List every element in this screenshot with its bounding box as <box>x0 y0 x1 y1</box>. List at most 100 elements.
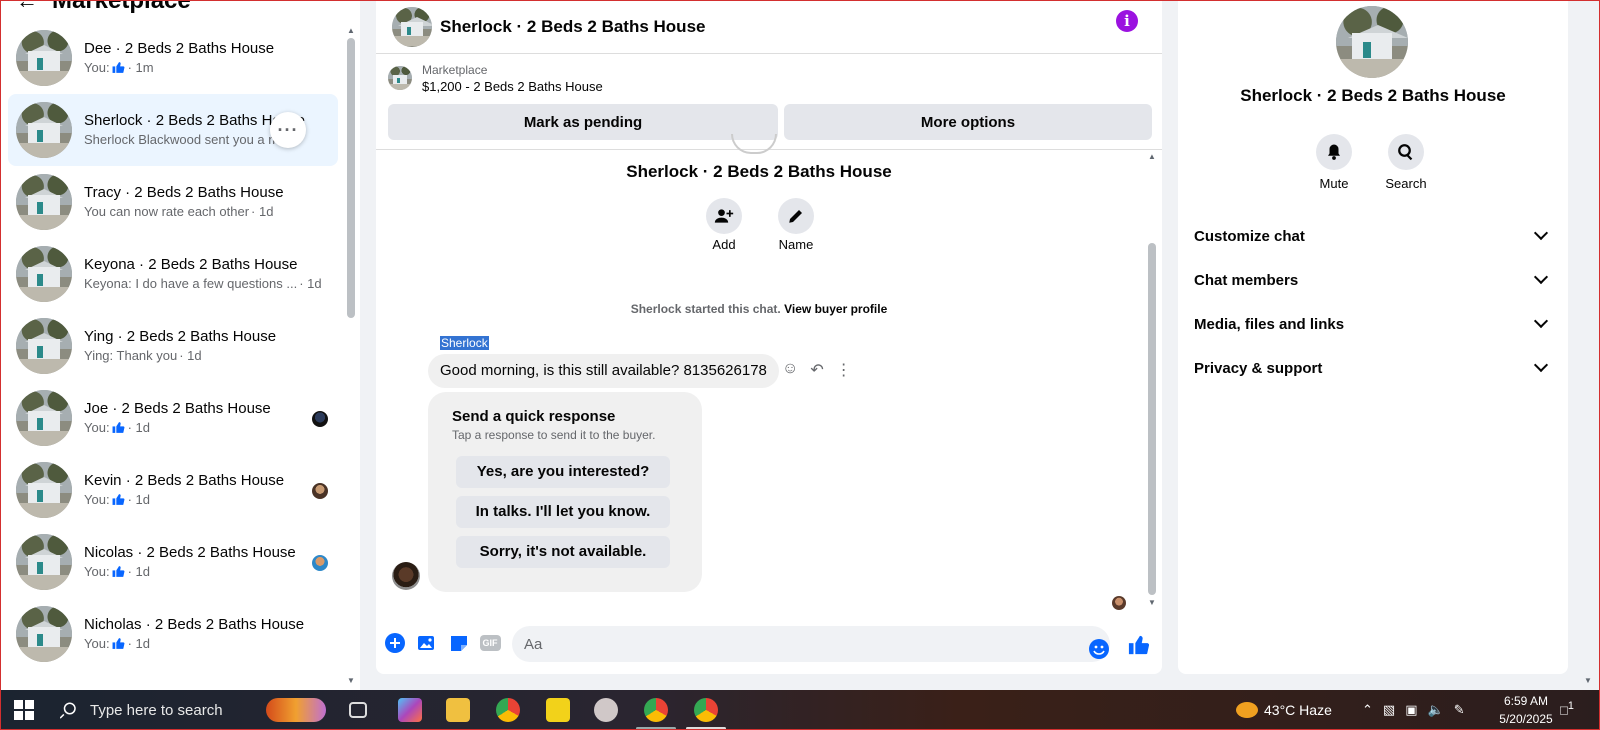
network-icon[interactable]: ▧ <box>1383 702 1395 718</box>
info-icon[interactable]: i <box>1116 10 1138 32</box>
emoji-icon[interactable] <box>1088 638 1110 660</box>
chrome-profile-2-icon[interactable] <box>694 698 718 722</box>
conversation-avatar <box>16 606 72 662</box>
listing-thumbnail <box>388 66 412 90</box>
like-thumb-icon <box>112 565 126 579</box>
meet-icon[interactable]: ▣ <box>1405 702 1417 718</box>
conversation-sidebar: ← Marketplace Dee · 2 Beds 2 Baths House… <box>0 0 360 690</box>
conversation-item[interactable]: Sherlock · 2 Beds 2 Baths House Sherlock … <box>8 94 338 166</box>
conversation-time: · 1d <box>179 348 202 363</box>
paint-icon[interactable] <box>594 698 618 722</box>
conversation-time: · 1d <box>127 564 150 579</box>
conversation-item[interactable]: Kevin · 2 Beds 2 Baths House You: · 1d <box>8 454 338 526</box>
message-input[interactable] <box>512 626 1110 662</box>
quick-response-in-talks[interactable]: In talks. I'll let you know. <box>456 496 670 528</box>
chrome-profile-icon[interactable] <box>644 698 668 722</box>
weather-widget[interactable]: 43°C Haze <box>1236 690 1332 730</box>
conversation-item[interactable]: Ying · 2 Beds 2 Baths House Ying: Thank y… <box>8 310 338 382</box>
conversation-preview: You can now rate each other · 1d <box>84 203 338 221</box>
sticky-notes-icon[interactable] <box>546 698 570 722</box>
photo-icon[interactable] <box>416 632 438 654</box>
view-buyer-profile-link[interactable]: View buyer profile <box>784 302 887 316</box>
plus-icon[interactable] <box>384 632 406 654</box>
conversation-preview-text: You: <box>84 492 110 507</box>
conversation-item[interactable]: Joe · 2 Beds 2 Baths House You: · 1d <box>8 382 338 454</box>
privacy-support-label: Privacy & support <box>1194 359 1323 377</box>
mute-button[interactable] <box>1316 134 1352 170</box>
add-person-button[interactable] <box>706 198 742 234</box>
chat-avatar[interactable] <box>392 6 432 47</box>
search-button[interactable] <box>1388 134 1424 170</box>
mark-as-pending-button[interactable]: Mark as pending <box>388 104 778 140</box>
conversation-text: Dee · 2 Beds 2 Baths House You: · 1m <box>84 39 338 77</box>
thread-scrollbar[interactable] <box>1148 243 1156 595</box>
listing-summary[interactable]: Marketplace $1,200 - 2 Beds 2 Baths Hous… <box>388 62 603 96</box>
conversation-item[interactable]: Nicolas · 2 Beds 2 Baths House You: · 1d <box>8 526 338 598</box>
quick-response-yes[interactable]: Yes, are you interested? <box>456 456 670 488</box>
quick-response-card: Send a quick response Tap a response to … <box>428 392 702 592</box>
conversation-preview: You: · 1d <box>84 635 338 653</box>
reply-icon[interactable]: ↶ <box>810 360 823 380</box>
scroll-down-arrow-icon[interactable]: ▼ <box>347 676 355 685</box>
like-thumb-icon <box>112 493 126 507</box>
clock-time: 6:59 AM <box>1503 694 1549 708</box>
chrome-icon[interactable] <box>496 698 520 722</box>
sticker-icon[interactable] <box>448 632 470 654</box>
thread-title: Sherlock · 2 Beds 2 Baths House <box>626 162 892 181</box>
quick-response-sorry[interactable]: Sorry, it's not available. <box>456 536 670 568</box>
pen-icon[interactable]: ✎ <box>1454 702 1465 718</box>
conversation-item[interactable]: Keyona · 2 Beds 2 Baths House Keyona: I d… <box>8 238 338 310</box>
conversation-item[interactable]: Dee · 2 Beds 2 Baths House You: · 1m <box>8 22 338 94</box>
taskbar-clock[interactable]: 6:59 AM 5/20/2025 <box>1480 692 1572 728</box>
quick-response-title: Send a quick response <box>452 408 616 425</box>
conversation-avatar <box>16 246 72 302</box>
gif-icon[interactable]: GIF <box>478 632 502 654</box>
like-thumb-icon <box>112 61 126 75</box>
like-thumb-icon <box>112 421 126 435</box>
conversation-item[interactable]: Tracy · 2 Beds 2 Baths House You can now … <box>8 166 338 238</box>
search-action[interactable]: Search <box>1376 134 1436 191</box>
chat-started-notice: Sherlock started this chat. View buyer p… <box>376 302 1142 316</box>
customize-chat-section[interactable]: Customize chat <box>1194 214 1552 258</box>
more-vertical-icon[interactable]: ⋮ <box>836 360 852 380</box>
sender-name: Sherlock <box>440 336 489 350</box>
page-scroll-down-icon[interactable]: ▼ <box>1584 676 1592 685</box>
more-horizontal-icon[interactable]: ··· <box>270 112 306 148</box>
windows-taskbar: Type here to search 43°C Haze ⌃ ▧ ▣ 🔈 ✎ … <box>0 690 1600 730</box>
task-view-icon[interactable] <box>349 702 367 718</box>
chevron-up-icon[interactable]: ⌃ <box>1362 702 1373 718</box>
privacy-support-section[interactable]: Privacy & support <box>1194 346 1552 390</box>
conversation-time: · 1d <box>299 276 322 291</box>
bell-icon <box>1328 144 1340 160</box>
conversation-item[interactable]: Nicholas · 2 Beds 2 Baths House You: · 1d <box>8 598 338 670</box>
copilot-icon[interactable] <box>398 698 422 722</box>
react-emoji-icon[interactable]: ☺ <box>782 360 798 380</box>
buyer-avatar[interactable] <box>392 562 420 590</box>
notification-icon[interactable]: □1 <box>1560 700 1574 717</box>
sidebar-title: Marketplace <box>52 0 191 14</box>
media-files-links-section[interactable]: Media, files and links <box>1194 302 1552 346</box>
seen-by-avatar <box>1112 596 1126 610</box>
thread-scroll-down-icon[interactable]: ▼ <box>1148 598 1156 607</box>
scroll-up-arrow-icon[interactable]: ▲ <box>347 26 355 35</box>
volume-icon[interactable]: 🔈 <box>1428 702 1444 718</box>
conversation-text: Kevin · 2 Beds 2 Baths House You: · 1d <box>84 471 338 509</box>
conversation-time: · 1d <box>251 204 274 219</box>
chat-header-name[interactable]: Sherlock · 2 Beds 2 Baths House <box>440 17 705 37</box>
more-options-button[interactable]: More options <box>784 104 1152 140</box>
conversation-text: Ying · 2 Beds 2 Baths House Ying: Thank y… <box>84 327 338 365</box>
details-avatar[interactable] <box>1336 6 1408 78</box>
sidebar-scrollbar[interactable] <box>347 38 355 318</box>
mute-action[interactable]: Mute <box>1304 134 1364 191</box>
back-arrow-icon[interactable]: ← <box>16 0 38 14</box>
file-explorer-icon[interactable] <box>446 698 470 722</box>
search-highlight-icon[interactable] <box>266 698 326 722</box>
thread-scroll-up-icon[interactable]: ▲ <box>1148 152 1156 161</box>
windows-start-icon[interactable] <box>14 700 34 720</box>
chat-members-section[interactable]: Chat members <box>1194 258 1552 302</box>
edit-name-button[interactable] <box>778 198 814 234</box>
customize-chat-label: Customize chat <box>1194 227 1305 245</box>
message-bubble[interactable]: Good morning, is this still available? 8… <box>428 354 779 388</box>
search-icon <box>1398 144 1413 161</box>
like-thumb-icon[interactable] <box>1128 634 1150 656</box>
